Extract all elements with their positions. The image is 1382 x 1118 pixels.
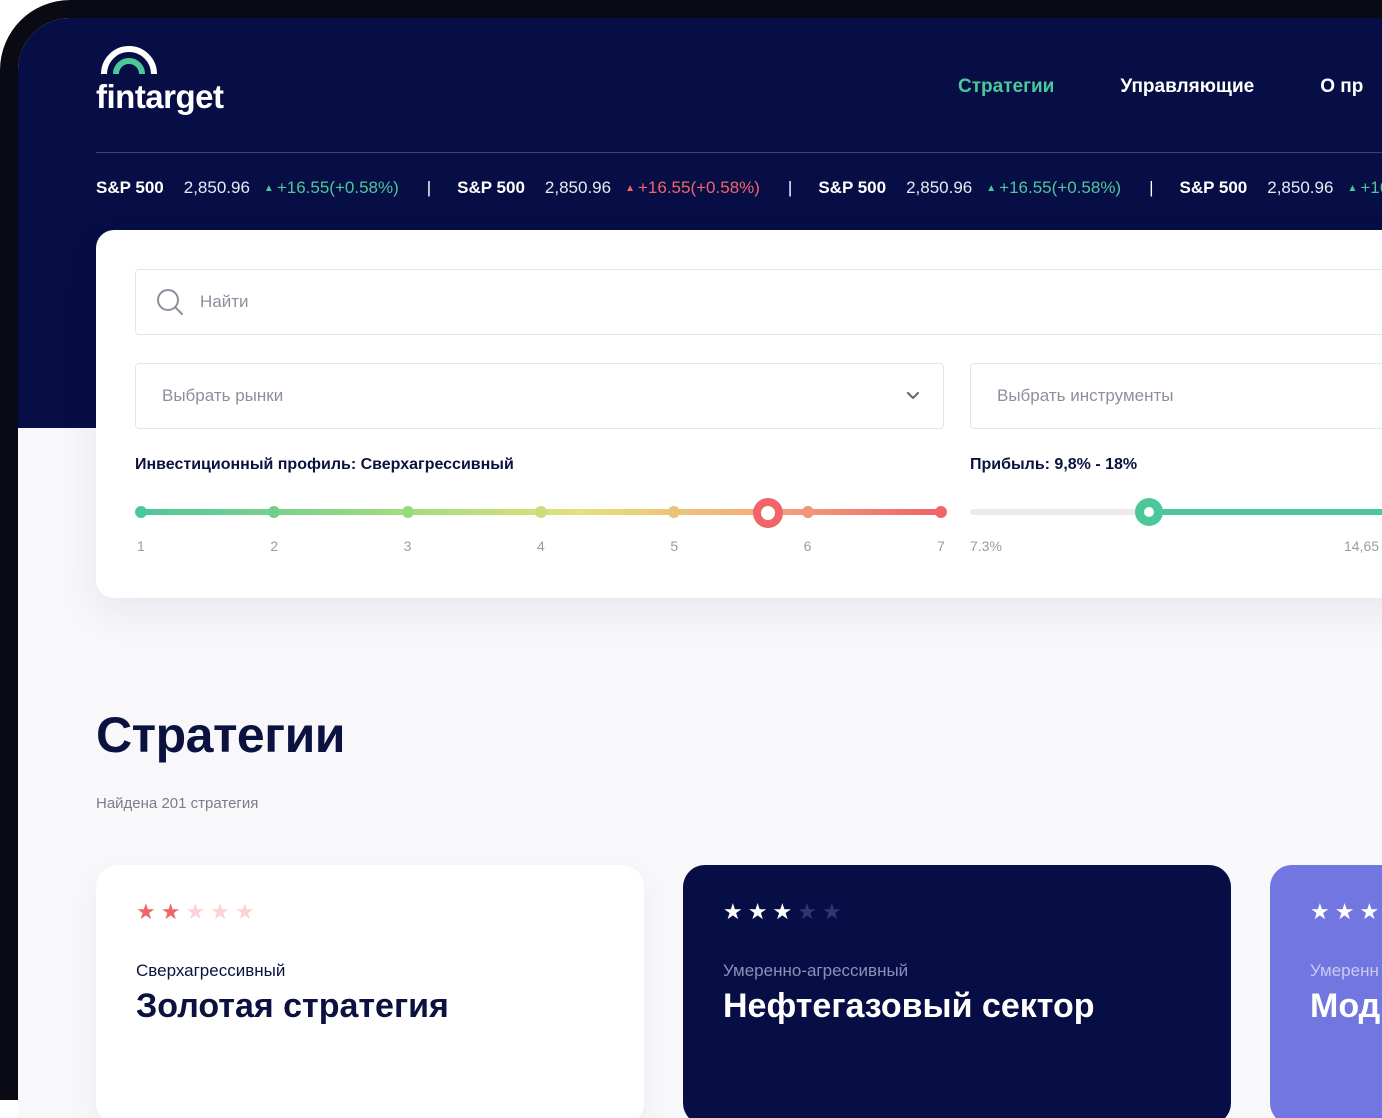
star-icon: ★ — [821, 899, 842, 924]
ticker-change-value: +16.55(+0.58%) — [999, 178, 1122, 197]
ticker-symbol: S&P 500 — [818, 178, 887, 197]
nav-about[interactable]: О пр — [1320, 76, 1363, 98]
star-icon: ★ — [160, 899, 181, 924]
up-triangle-icon: ▲ — [986, 182, 997, 194]
profile-slider-step-dot[interactable] — [668, 506, 681, 518]
rating-stars: ★★★★★ — [136, 899, 255, 925]
star-icon: ★ — [234, 899, 255, 924]
search-input[interactable] — [198, 291, 802, 313]
results-count: Найдена 201 стратегия — [96, 795, 259, 812]
profile-handle-center — [760, 506, 775, 520]
ticker-item[interactable]: S&P 500 2,850.96 ▲ +16.55(+0.58%) — [96, 178, 399, 198]
logo-arc-icon — [101, 46, 157, 75]
markets-select[interactable]: Выбрать рынки — [135, 363, 944, 429]
rating-stars: ★★★★★ — [723, 899, 842, 925]
star-icon: ★ — [1359, 899, 1380, 924]
search-icon — [157, 289, 183, 315]
market-ticker: S&P 500 2,850.96 ▲ +16.55(+0.58%) | S&P 5… — [96, 178, 1382, 198]
profile-slider-tick-label: 7 — [937, 538, 945, 554]
profit-handle-center — [1143, 507, 1154, 517]
profit-slider[interactable] — [970, 498, 1382, 538]
profile-slider-step-dot[interactable] — [401, 506, 414, 518]
header-divider — [96, 152, 1382, 153]
main-nav: Стратегии Управляющие О пр — [958, 76, 1382, 98]
card-risk-profile: Умеренн — [1310, 961, 1379, 980]
star-icon: ★ — [772, 899, 793, 924]
ticker-change: ▲+16. — [1347, 178, 1382, 198]
profile-slider-tick-label: 6 — [803, 538, 812, 554]
ticker-change-value: +16.55(+0.58%) — [638, 178, 760, 197]
ticker-item[interactable]: S&P 500 2,850.96 ▲ +16.55(+0.58%) — [818, 178, 1121, 198]
star-icon: ★ — [185, 899, 206, 924]
page-title: Стратегии — [96, 707, 346, 763]
star-icon: ★ — [1334, 899, 1355, 924]
profit-min-label: 7.3% — [970, 538, 1002, 554]
up-triangle-icon: ▲ — [1347, 182, 1358, 194]
filter-panel: Выбрать рынки Выбрать инструменты Инвест… — [96, 230, 1382, 598]
card-title: Мод порт — [1310, 987, 1382, 1025]
ticker-change-value: +16.55(+0.58%) — [276, 178, 399, 197]
nav-strategies[interactable]: Стратегии — [958, 76, 1054, 98]
profit-slider-handle[interactable] — [1134, 498, 1163, 526]
profile-slider-handle[interactable] — [752, 498, 783, 528]
profile-slider-title: Инвестиционный профиль: Сверхагрессивный — [135, 456, 514, 473]
profile-slider-tick-label: 2 — [270, 538, 279, 554]
ticker-symbol: S&P 500 — [1179, 178, 1248, 197]
star-icon: ★ — [210, 899, 230, 924]
tools-select[interactable]: Выбрать инструменты — [970, 363, 1382, 429]
ticker-price: 2,850.96 — [544, 178, 612, 197]
strategy-card[interactable]: ★★★★★ Умеренн Мод порт — [1270, 865, 1382, 1118]
ticker-symbol: S&P 500 — [96, 178, 164, 197]
tools-select-label: Выбрать инструменты — [997, 386, 1174, 405]
ticker-separator: | — [1149, 178, 1154, 197]
profile-slider[interactable] — [135, 498, 947, 538]
nav-managers[interactable]: Управляющие — [1120, 76, 1254, 98]
app-screen: fintarget Стратегии Управляющие О пр S&P… — [18, 18, 1382, 1118]
card-title: Нефтегазовый сектор — [723, 987, 1095, 1025]
ticker-separator: | — [787, 178, 793, 197]
profile-slider-step-dot[interactable] — [935, 506, 947, 518]
profit-max-label: 14,65 — [1344, 538, 1380, 554]
markets-select-label: Выбрать рынки — [162, 386, 284, 405]
star-icon: ★ — [1310, 899, 1330, 924]
up-triangle-icon: ▲ — [625, 182, 635, 194]
star-icon: ★ — [723, 899, 743, 924]
logo-text: fintarget — [96, 78, 224, 115]
ticker-change-value: +16. — [1360, 178, 1382, 197]
search-box[interactable] — [135, 269, 1382, 335]
ticker-price: 2,850.96 — [1267, 178, 1334, 197]
ticker-price: 2,850.96 — [183, 178, 250, 197]
ticker-price: 2,850.96 — [906, 178, 973, 197]
ticker-change: ▲ +16.55(+0.58%) — [625, 178, 760, 198]
rating-stars: ★★★★★ — [1310, 899, 1382, 925]
card-title: Золотая стратегия — [136, 987, 449, 1025]
profile-slider-tick-label: 1 — [137, 538, 145, 554]
profile-slider-step-dot[interactable] — [135, 506, 147, 518]
profile-slider-tick-label: 3 — [403, 538, 412, 554]
ticker-separator: | — [426, 178, 432, 197]
star-icon: ★ — [136, 899, 156, 924]
profile-slider-tick-label: 5 — [670, 538, 679, 554]
ticker-symbol: S&P 500 — [457, 178, 525, 197]
up-triangle-icon: ▲ — [263, 182, 274, 194]
profile-slider-step-dot[interactable] — [801, 506, 814, 518]
ticker-change: ▲ +16.55(+0.58%) — [986, 178, 1121, 198]
strategy-card[interactable]: ★ ★ ★ ★ ★ Умеренно-агрессивный Нефтегазовый … — [683, 865, 1231, 1118]
chevron-down-icon — [906, 391, 920, 400]
star-icon: ★ — [797, 899, 817, 924]
profit-slider-track-fill — [1148, 509, 1382, 515]
star-icon: ★ — [747, 899, 768, 924]
card-risk-profile: Умеренно-агрессивный — [723, 961, 909, 980]
profile-slider-step-dot[interactable] — [268, 506, 281, 518]
strategy-card[interactable]: ★ ★ ★ ★ ★ Сверхагрессивный Золотая стратегия — [96, 865, 644, 1118]
ticker-item[interactable]: S&P 500 2,850.96 ▲ +16.55(+0.58%) — [457, 178, 760, 198]
ticker-change: ▲ +16.55(+0.58%) — [264, 178, 399, 198]
profile-slider-step-dot[interactable] — [535, 506, 547, 518]
card-risk-profile: Сверхагрессивный — [136, 961, 286, 980]
profit-slider-title: Прибыль: 9,8% - 18% — [970, 456, 1138, 473]
profile-slider-tick-label: 4 — [537, 538, 545, 554]
ticker-item[interactable]: S&P 500 2,850.96 ▲+16. — [1180, 178, 1382, 198]
